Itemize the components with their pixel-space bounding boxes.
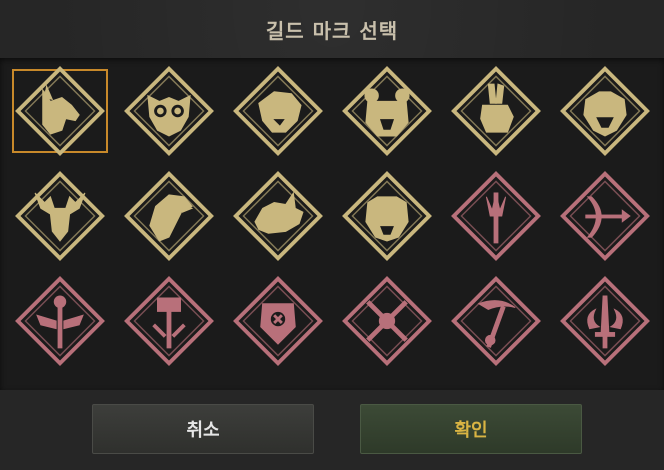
scythe-icon	[451, 276, 541, 366]
shield-icon	[233, 276, 323, 366]
snake-icon	[560, 66, 650, 156]
bear-icon	[342, 66, 432, 156]
guild-mark-winged-staff[interactable]	[12, 276, 108, 366]
dialog-title: 길드 마크 선택	[265, 18, 399, 43]
deer-icon	[15, 171, 105, 261]
guild-mark-dialog: 길드 마크 선택 취소 확인	[0, 0, 664, 470]
bow-icon	[560, 171, 650, 261]
guild-mark-scythe[interactable]	[448, 276, 544, 366]
wolf-icon	[15, 66, 105, 156]
panther-icon	[233, 66, 323, 156]
guild-mark-hammer[interactable]	[121, 276, 217, 366]
owl-icon	[124, 66, 214, 156]
hammer-icon	[124, 276, 214, 366]
tiger-icon	[342, 171, 432, 261]
guild-mark-crossed-swords[interactable]	[339, 276, 435, 366]
guild-mark-bear[interactable]	[339, 66, 435, 156]
guild-mark-trident[interactable]	[448, 171, 544, 261]
guild-mark-shield[interactable]	[230, 276, 326, 366]
guild-mark-deer[interactable]	[12, 171, 108, 261]
guild-mark-snake[interactable]	[557, 66, 653, 156]
guild-mark-eagle[interactable]	[121, 171, 217, 261]
rabbit-icon	[451, 66, 541, 156]
guild-mark-owl[interactable]	[121, 66, 217, 156]
guild-mark-bow[interactable]	[557, 171, 653, 261]
guild-mark-wolf[interactable]	[12, 66, 108, 156]
eagle-icon	[124, 171, 214, 261]
winged-staff-icon	[15, 276, 105, 366]
crossed-swords-icon	[342, 276, 432, 366]
mark-grid	[0, 58, 664, 390]
trident-icon	[451, 171, 541, 261]
rhino-icon	[233, 171, 323, 261]
confirm-button[interactable]: 확인	[360, 404, 582, 454]
guild-mark-rhino[interactable]	[230, 171, 326, 261]
guild-mark-panther[interactable]	[230, 66, 326, 156]
cancel-button[interactable]: 취소	[92, 404, 314, 454]
guild-mark-tiger[interactable]	[339, 171, 435, 261]
guild-mark-flaming-sword[interactable]	[557, 276, 653, 366]
guild-mark-rabbit[interactable]	[448, 66, 544, 156]
flaming-sword-icon	[560, 276, 650, 366]
